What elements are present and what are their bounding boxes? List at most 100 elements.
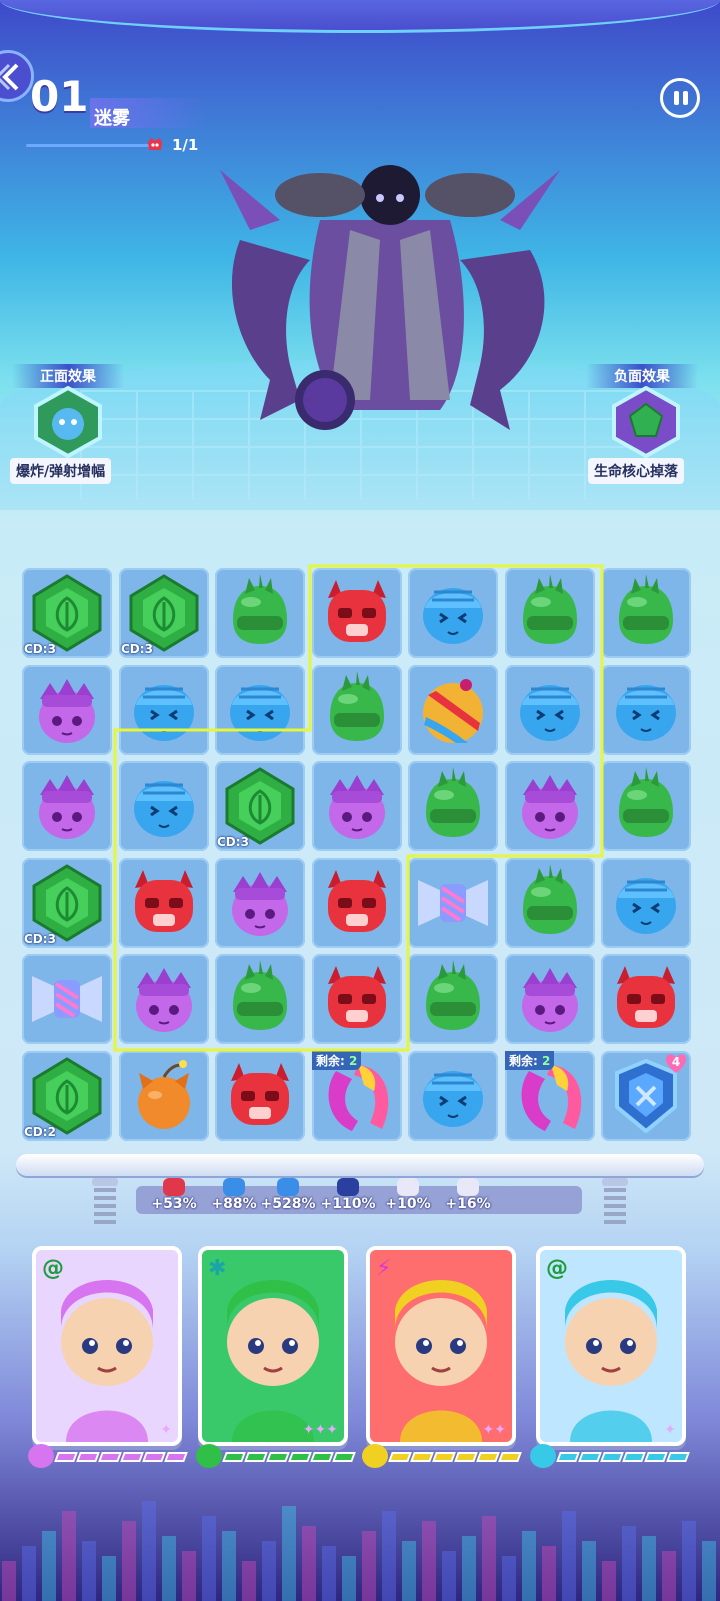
board-cell[interactable] bbox=[408, 954, 498, 1044]
hero-star-rating: ✦ bbox=[160, 1422, 172, 1438]
energy-segment bbox=[54, 1452, 78, 1462]
board-cell[interactable] bbox=[312, 858, 402, 948]
shield-buff-icon bbox=[337, 1178, 359, 1196]
board-cell[interactable]: CD:3 bbox=[215, 761, 305, 851]
board-cell[interactable] bbox=[312, 761, 402, 851]
equalizer-bar bbox=[42, 1531, 56, 1601]
board-cell[interactable] bbox=[601, 954, 691, 1044]
positive-effect-title: 正面效果 bbox=[12, 364, 124, 388]
buff-item: +53% bbox=[144, 1178, 204, 1212]
board-cell[interactable] bbox=[215, 954, 305, 1044]
hero-energy-icon bbox=[362, 1444, 388, 1468]
equalizer-bar bbox=[482, 1516, 496, 1601]
board-cell[interactable]: 剩余: 2 bbox=[505, 1051, 595, 1141]
equalizer-bar bbox=[382, 1511, 396, 1601]
negative-effect-title: 负面效果 bbox=[586, 364, 698, 388]
board-cell[interactable]: CD:3 bbox=[119, 568, 209, 658]
board-cell[interactable] bbox=[312, 954, 402, 1044]
buff-item: +528% bbox=[258, 1178, 318, 1212]
board-cell[interactable] bbox=[505, 568, 595, 658]
equalizer-bar bbox=[682, 1521, 696, 1601]
energy-segment bbox=[666, 1452, 690, 1462]
energy-segment bbox=[266, 1452, 290, 1462]
board-cell[interactable] bbox=[312, 568, 402, 658]
board-cell[interactable] bbox=[408, 568, 498, 658]
board-cell[interactable] bbox=[119, 1051, 209, 1141]
top-banner bbox=[0, 0, 720, 33]
board-cell[interactable] bbox=[215, 1051, 305, 1141]
energy-segment bbox=[164, 1452, 188, 1462]
board-cell[interactable] bbox=[119, 665, 209, 755]
equalizer-bar bbox=[2, 1561, 16, 1601]
energy-segment bbox=[288, 1452, 312, 1462]
back-chevron-icon bbox=[0, 63, 19, 91]
board-cell[interactable]: 剩余: 2 bbox=[312, 1051, 402, 1141]
equalizer-bar bbox=[642, 1536, 656, 1601]
pause-button[interactable] bbox=[660, 78, 700, 118]
wave-count: 1/1 bbox=[172, 136, 199, 154]
maid-hero-card[interactable]: @ ✦ bbox=[536, 1246, 686, 1446]
right-spring bbox=[602, 1178, 628, 1224]
buff-item: +110% bbox=[318, 1178, 378, 1212]
equalizer-bar bbox=[462, 1536, 476, 1601]
buff-value: +53% bbox=[151, 1196, 197, 1212]
level-number: 01 bbox=[30, 72, 89, 121]
board-cell[interactable]: CD:3 bbox=[22, 858, 112, 948]
buff-value: +88% bbox=[211, 1196, 257, 1212]
board-cell[interactable] bbox=[215, 665, 305, 755]
remaining-uses-label: 剩余: 2 bbox=[505, 1051, 555, 1070]
energy-segment bbox=[644, 1452, 668, 1462]
board-cell[interactable] bbox=[215, 858, 305, 948]
board-cell[interactable]: 4 bbox=[601, 1051, 691, 1141]
board-cell[interactable] bbox=[119, 858, 209, 948]
bomb-buff-icon bbox=[163, 1178, 185, 1196]
equalizer-bar bbox=[262, 1541, 276, 1601]
robot-hero-card[interactable]: ✱ ✦✦✦ bbox=[198, 1246, 348, 1446]
equalizer-bar bbox=[582, 1541, 596, 1601]
blue-buff-icon bbox=[277, 1178, 299, 1196]
blue-buff-icon bbox=[223, 1178, 245, 1196]
buff-value: +110% bbox=[320, 1196, 376, 1212]
equalizer-bar bbox=[402, 1541, 416, 1601]
energy-segment bbox=[454, 1452, 478, 1462]
negative-effect-icon[interactable] bbox=[610, 386, 682, 458]
hero-star-rating: ✦✦✦ bbox=[302, 1422, 338, 1438]
board-cell[interactable] bbox=[312, 665, 402, 755]
board-cell[interactable] bbox=[601, 568, 691, 658]
board-cell[interactable] bbox=[408, 858, 498, 948]
energy-segment bbox=[332, 1452, 356, 1462]
hero-element-icon: @ bbox=[42, 1256, 64, 1281]
equalizer-bar bbox=[122, 1521, 136, 1601]
board-cell[interactable] bbox=[505, 761, 595, 851]
board-cell[interactable]: CD:3 bbox=[22, 568, 112, 658]
equalizer-bar bbox=[562, 1511, 576, 1601]
board-cell[interactable] bbox=[505, 665, 595, 755]
board-cell[interactable] bbox=[408, 761, 498, 851]
hero-element-icon: ✱ bbox=[208, 1256, 227, 1281]
board-cell[interactable] bbox=[408, 1051, 498, 1141]
board-cell[interactable] bbox=[408, 665, 498, 755]
board-cell[interactable] bbox=[22, 954, 112, 1044]
hero-star-rating: ✦ bbox=[664, 1422, 676, 1438]
board-cell[interactable] bbox=[119, 761, 209, 851]
board-cell[interactable] bbox=[601, 858, 691, 948]
board-cell[interactable] bbox=[22, 761, 112, 851]
equalizer-bar bbox=[302, 1526, 316, 1601]
board-cell[interactable]: CD:2 bbox=[22, 1051, 112, 1141]
board-cell[interactable] bbox=[119, 954, 209, 1044]
energy-segment bbox=[222, 1452, 246, 1462]
positive-effect-icon[interactable] bbox=[32, 386, 104, 458]
caveman-hero-card[interactable]: ⚡ ✦✦ bbox=[366, 1246, 516, 1446]
board-cell[interactable] bbox=[601, 665, 691, 755]
cooldown-label: CD:3 bbox=[24, 932, 56, 946]
board-cell[interactable] bbox=[601, 761, 691, 851]
back-button[interactable] bbox=[0, 50, 34, 102]
board-cell[interactable] bbox=[215, 568, 305, 658]
energy-segment bbox=[310, 1452, 334, 1462]
board-cell[interactable] bbox=[505, 954, 595, 1044]
energy-segment bbox=[432, 1452, 456, 1462]
buff-item: +88% bbox=[204, 1178, 264, 1212]
board-cell[interactable] bbox=[22, 665, 112, 755]
opera-hero-card[interactable]: @ ✦ bbox=[32, 1246, 182, 1446]
board-cell[interactable] bbox=[505, 858, 595, 948]
